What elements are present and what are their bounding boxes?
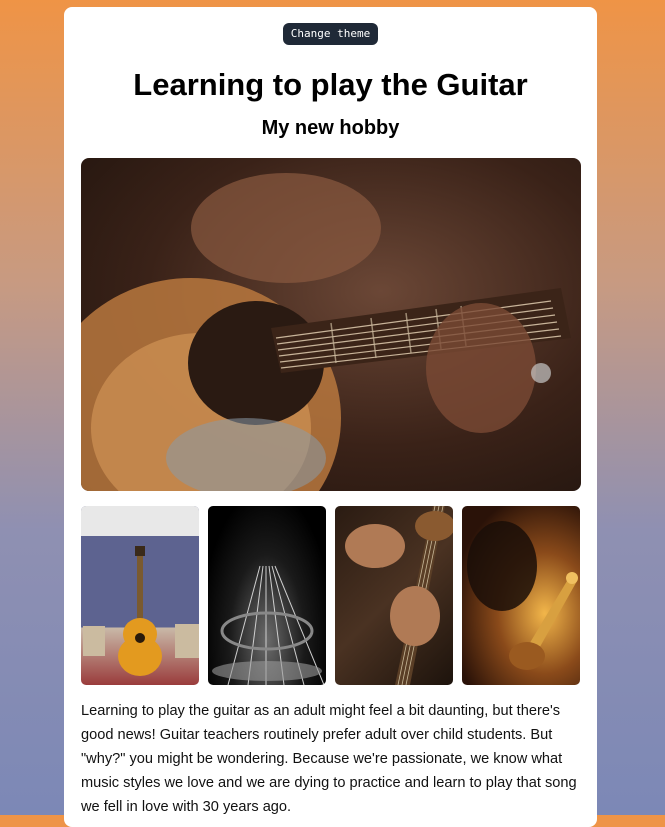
intro-paragraph: Learning to play the guitar as an adult … bbox=[81, 703, 577, 815]
page-subtitle: My new hobby bbox=[261, 117, 400, 139]
thumbnail-guitar-against-wall bbox=[81, 506, 199, 685]
guitar-strings-icon bbox=[212, 565, 325, 685]
guitar-icon bbox=[81, 506, 199, 676]
content-card: Change theme Learning to play the Guitar… bbox=[64, 7, 597, 827]
hero-guitar-image bbox=[81, 158, 581, 491]
change-theme-button[interactable]: Change theme bbox=[283, 23, 378, 45]
hands-on-guitar-icon bbox=[345, 506, 453, 685]
guitar-closeup-illustration bbox=[81, 173, 571, 491]
thumbnail-hands-playing bbox=[335, 506, 453, 685]
thumbnail-gallery bbox=[81, 506, 581, 685]
page-title: Learning to play the Guitar bbox=[133, 67, 528, 102]
thumbnail-guitar-strings bbox=[208, 506, 326, 685]
guitarist-icon bbox=[467, 521, 578, 670]
thumbnail-guitarist-warm-light bbox=[462, 506, 580, 685]
